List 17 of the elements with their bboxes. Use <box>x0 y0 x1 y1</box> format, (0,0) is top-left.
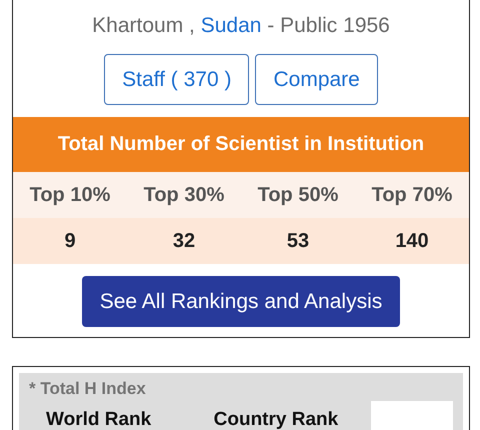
country-link[interactable]: Sudan <box>200 14 262 37</box>
location-text: Khartoum , Sudan - Public 1956 <box>92 14 390 38</box>
column-header: Top 10% <box>30 184 110 206</box>
staff-button[interactable]: Staff ( 370 ) <box>104 54 250 105</box>
column-header: World Rank <box>45 409 152 430</box>
table-cell: 140 <box>395 230 429 252</box>
column-header: Top 70% <box>372 184 452 206</box>
column-header: Top 50% <box>258 184 338 206</box>
compare-button[interactable]: Compare <box>255 54 378 105</box>
h-index-title: * Total H Index <box>29 379 147 399</box>
column-header: Country Rank <box>212 409 340 430</box>
table-header: Total Number of Scientist in Institution <box>13 117 469 172</box>
table-cell: 9 <box>64 230 76 252</box>
table-cell: 53 <box>286 230 310 252</box>
rankings-button[interactable]: See All Rankings and Analysis <box>82 276 400 327</box>
table-cell: 32 <box>172 230 196 252</box>
column-header: Top 30% <box>144 184 224 206</box>
